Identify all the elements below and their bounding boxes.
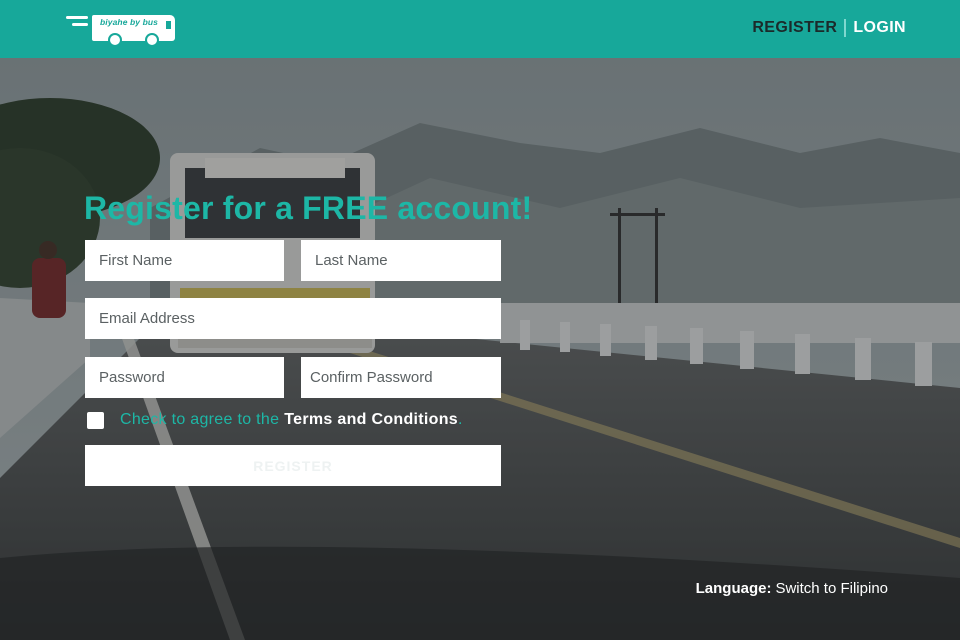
email-field[interactable] [85,298,501,339]
language-label: Language: [695,580,772,597]
confirm-password-field[interactable] [301,357,501,398]
terms-link[interactable]: Terms and Conditions [284,411,458,428]
hero-background [0,58,960,640]
nav-register-link[interactable]: REGISTER [752,19,837,37]
header-nav: REGISTER LOGIN [752,19,906,37]
biyahe-logo[interactable]: biyahe by bus [66,14,178,48]
terms-checkbox[interactable] [87,411,104,429]
agree-text: Check to agree to the [120,411,280,428]
agree-label: Check to agree to the Terms and Condition… [120,411,463,429]
nav-login-link[interactable]: LOGIN [853,19,906,37]
switch-language-link[interactable]: Switch to Filipino [775,580,888,597]
terms-agreement-row: Check to agree to the Terms and Condition… [87,411,463,429]
first-name-field[interactable] [85,240,284,281]
password-field[interactable] [85,357,284,398]
register-submit-button[interactable]: REGISTER [85,445,501,486]
nav-divider [844,19,847,37]
page-title: Register for a FREE account! [84,190,533,226]
language-switcher: Language: Switch to Filipino [696,580,888,597]
last-name-field[interactable] [301,240,501,281]
logo-text: biyahe by bus [100,17,158,27]
top-nav-bar: biyahe by bus REGISTER LOGIN [0,0,960,58]
hero-dim-overlay [0,58,960,640]
agree-suffix: . [458,411,463,428]
